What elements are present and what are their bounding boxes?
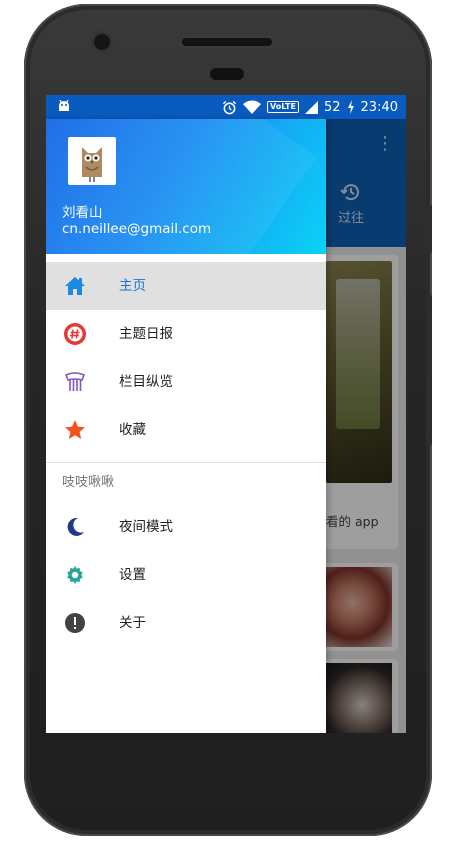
alarm-icon — [222, 100, 237, 114]
nav-item-topic-daily[interactable]: 主题日报 — [46, 310, 326, 358]
drawer-menu: 主页 主题日报 栏目纵览 收藏 吱吱啾啾 夜间模式 设置 关于 — [46, 262, 326, 647]
volume-button — [426, 295, 432, 445]
status-bar: VoLTE 52 23:40 — [46, 95, 406, 119]
home-icon — [65, 277, 85, 295]
nav-item-label: 收藏 — [119, 422, 146, 438]
nav-item-favorites[interactable]: 收藏 — [46, 406, 326, 454]
gear-icon — [67, 566, 83, 584]
nav-item-label: 主题日报 — [119, 326, 173, 342]
star-icon — [65, 420, 85, 439]
nav-item-columns[interactable]: 栏目纵览 — [46, 358, 326, 406]
nav-item-label: 夜间模式 — [119, 519, 173, 535]
nav-item-label: 栏目纵览 — [119, 374, 173, 390]
drawer-header: 刘看山 cn.neillee@gmail.com — [46, 119, 326, 254]
screen: VoLTE 52 23:40 ⋮ 过往 看的 app 刘看山 cn.neille… — [46, 95, 406, 733]
volte-badge: VoLTE — [267, 101, 299, 113]
info-icon — [65, 613, 85, 633]
nav-item-settings[interactable]: 设置 — [46, 551, 326, 599]
wifi-icon — [243, 100, 262, 114]
navigation-drawer: 刘看山 cn.neillee@gmail.com 主页 主题日报 栏目纵览 收藏… — [46, 119, 326, 733]
nav-item-home[interactable]: 主页 — [46, 262, 326, 310]
signal-icon — [304, 100, 318, 114]
user-name: 刘看山 — [62, 205, 103, 221]
owl-avatar-icon — [82, 147, 102, 182]
moon-icon — [67, 517, 84, 536]
hashtag-icon — [64, 323, 86, 345]
power-button — [426, 205, 432, 253]
user-email: cn.neillee@gmail.com — [62, 221, 212, 237]
proximity-sensor — [210, 68, 244, 80]
battery-charging-icon — [347, 100, 354, 114]
nav-item-label: 关于 — [119, 615, 146, 631]
front-camera — [94, 34, 110, 50]
status-time: 23:40 — [360, 99, 398, 115]
battery-level: 52 — [323, 99, 341, 115]
nav-item-night-mode[interactable]: 夜间模式 — [46, 503, 326, 551]
android-notification-icon — [59, 100, 69, 111]
avatar[interactable] — [68, 137, 116, 185]
nav-item-label: 设置 — [119, 567, 146, 583]
nav-item-label: 主页 — [119, 278, 146, 294]
earpiece-speaker — [182, 38, 272, 46]
nav-item-about[interactable]: 关于 — [46, 599, 326, 647]
columns-icon — [64, 372, 86, 391]
section-title: 吱吱啾啾 — [62, 475, 115, 490]
